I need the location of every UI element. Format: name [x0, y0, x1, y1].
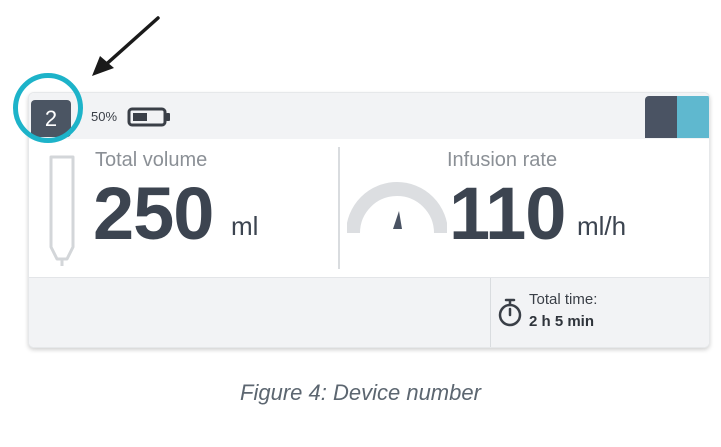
- syringe-icon: [49, 155, 75, 266]
- stopwatch-icon: [498, 298, 522, 327]
- infusion-readout: Total volume 250 ml Infusion rate 110 ml…: [29, 139, 709, 277]
- battery-percentage: 50%: [91, 109, 118, 124]
- readout-divider: [338, 147, 340, 269]
- total-volume-value: 250: [93, 172, 214, 255]
- device-status-bar: 2 50%: [29, 93, 709, 139]
- status-tab-cyan[interactable]: [677, 96, 709, 138]
- figure-stage: 2 50% Total volume 250 ml Infusion rate …: [0, 0, 721, 447]
- device-number-highlight: [13, 73, 83, 143]
- total-time-label: Total time:: [529, 291, 598, 308]
- infusion-rate-unit: ml/h: [577, 211, 627, 241]
- footer-divider: [490, 278, 491, 347]
- battery-icon: [127, 107, 170, 127]
- infusion-rate-value: 110: [449, 172, 566, 255]
- total-volume-unit: ml: [231, 211, 259, 241]
- figure-caption: Figure 4: Device number: [240, 380, 481, 405]
- infusion-device-card[interactable]: 2 50% Total volume 250 ml Infusion rate …: [28, 92, 710, 348]
- status-tab-dark[interactable]: [645, 96, 677, 138]
- total-time-value: 2 h 5 min: [529, 313, 595, 330]
- infusion-rate-label: Infusion rate: [447, 149, 558, 171]
- total-volume-label: Total volume: [95, 149, 208, 171]
- gauge-icon: [347, 182, 447, 234]
- device-footer: Total time: 2 h 5 min: [29, 277, 709, 347]
- arrow-pointer-icon: [92, 16, 160, 76]
